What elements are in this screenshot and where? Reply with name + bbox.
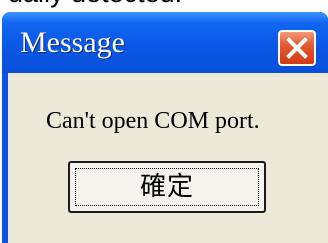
close-button[interactable] <box>278 30 316 66</box>
dialog-title: Message <box>20 26 125 59</box>
ok-button[interactable]: 確定 <box>68 161 266 213</box>
ok-button-label: 確定 <box>139 172 194 202</box>
dialog-message: Can't open COM port. <box>46 108 260 134</box>
screen: ually detected. Message Can't open COM p… <box>0 0 328 243</box>
dialog-body: Can't open COM port. 確定 <box>8 73 328 243</box>
close-icon <box>286 37 308 59</box>
message-dialog: Message Can't open COM port. 確定 <box>2 12 328 243</box>
background-text: ually detected. <box>8 0 182 8</box>
dialog-titlebar[interactable]: Message <box>2 12 328 73</box>
